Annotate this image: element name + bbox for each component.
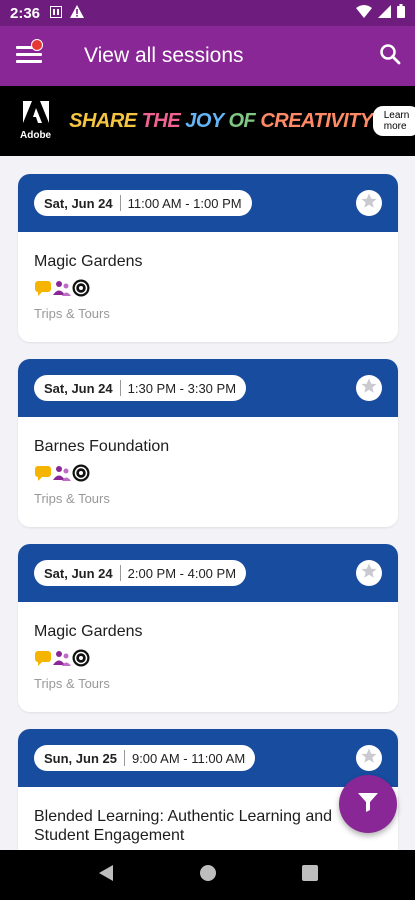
battery-icon [397, 4, 405, 22]
session-list[interactable]: Sat, Jun 24 11:00 AM - 1:00 PM Magic Gar… [0, 156, 415, 850]
session-date: Sat, Jun 24 [44, 380, 113, 396]
session-category: Trips & Tours [34, 491, 110, 506]
divider [119, 195, 121, 211]
ad-headline-part: JOY [185, 109, 224, 132]
ad-headline-part: THE [136, 109, 186, 132]
ad-brand: Adobe [20, 130, 52, 141]
ad-headline: SHARE THE JOY OF CREATIVITY [69, 110, 373, 133]
star-icon [360, 562, 378, 585]
session-card[interactable]: Sat, Jun 24 1:30 PM - 3:30 PM Barnes Fou… [18, 359, 398, 527]
session-tags [34, 464, 382, 482]
people-icon [53, 464, 71, 482]
chat-icon [34, 464, 52, 482]
session-title: Magic Gardens [34, 623, 143, 640]
favorite-button[interactable] [356, 745, 382, 771]
signal-icon [378, 4, 391, 22]
ad-headline-part: SHARE [69, 109, 137, 132]
divider [119, 380, 121, 396]
session-card[interactable]: Sat, Jun 24 2:00 PM - 4:00 PM Magic Gard… [18, 544, 398, 712]
session-card[interactable]: Sun, Jun 25 9:00 AM - 11:00 AM Blended L… [18, 729, 398, 850]
session-datetime: Sun, Jun 25 9:00 AM - 11:00 AM [34, 745, 256, 771]
session-date: Sat, Jun 24 [44, 195, 113, 211]
session-card-header: Sat, Jun 24 2:00 PM - 4:00 PM [18, 544, 398, 602]
session-datetime: Sat, Jun 24 1:30 PM - 3:30 PM [34, 375, 247, 401]
star-icon [360, 747, 378, 770]
session-time: 9:00 AM - 11:00 AM [131, 750, 246, 766]
home-icon[interactable] [199, 864, 217, 887]
favorite-button[interactable] [356, 190, 382, 216]
ad-headline-part: OF [223, 109, 261, 132]
adobe-logo-icon [22, 101, 49, 128]
session-date: Sat, Jun 24 [44, 565, 113, 581]
session-card[interactable]: Sat, Jun 24 11:00 AM - 1:00 PM Magic Gar… [18, 174, 398, 342]
app-bar: View all sessions [0, 26, 415, 86]
target-icon [72, 464, 90, 482]
session-category: Trips & Tours [34, 306, 110, 321]
back-icon[interactable] [98, 864, 114, 887]
notification-badge [31, 39, 43, 51]
star-icon [360, 192, 378, 215]
recents-icon[interactable] [301, 864, 318, 886]
session-category: Trips & Tours [34, 676, 110, 691]
session-title: Barnes Foundation [34, 438, 170, 455]
warning-icon [70, 4, 85, 22]
star-icon [360, 377, 378, 400]
session-title: Magic Gardens [34, 253, 143, 270]
divider [123, 750, 125, 766]
ad-banner[interactable]: Adobe SHARE THE JOY OF CREATIVITY Learn … [0, 86, 415, 156]
chat-icon [34, 279, 52, 297]
favorite-button[interactable] [356, 375, 382, 401]
search-button[interactable] [365, 26, 415, 86]
ad-headline-part: CREATIVITY [260, 109, 373, 132]
divider [119, 565, 121, 581]
session-datetime: Sat, Jun 24 11:00 AM - 1:00 PM [34, 190, 252, 216]
target-icon [72, 649, 90, 667]
session-tags [34, 279, 382, 297]
page-title: View all sessions [84, 44, 244, 67]
filter-icon [357, 791, 379, 818]
ad-learn-more-button[interactable]: Learn more [372, 106, 415, 136]
search-icon [379, 43, 401, 70]
adobe-logo: Adobe [20, 101, 51, 141]
filter-button[interactable] [339, 775, 397, 833]
system-nav-bar [0, 850, 415, 900]
session-time: 2:00 PM - 4:00 PM [127, 565, 237, 581]
session-time: 11:00 AM - 1:00 PM [127, 195, 242, 211]
session-tags [34, 649, 382, 667]
people-icon [53, 279, 71, 297]
menu-button[interactable] [0, 26, 58, 86]
session-time: 1:30 PM - 3:30 PM [127, 380, 237, 396]
session-card-header: Sun, Jun 25 9:00 AM - 11:00 AM [18, 729, 398, 787]
wifi-icon [356, 4, 372, 22]
status-bar: 2:36 [0, 0, 415, 26]
favorite-button[interactable] [356, 560, 382, 586]
people-icon [53, 649, 71, 667]
session-card-header: Sat, Jun 24 1:30 PM - 3:30 PM [18, 359, 398, 417]
status-time: 2:36 [10, 4, 41, 22]
target-icon [72, 279, 90, 297]
session-title: Blended Learning: Authentic Learning and… [34, 808, 333, 844]
notification-icon [50, 5, 63, 22]
session-card-header: Sat, Jun 24 11:00 AM - 1:00 PM [18, 174, 398, 232]
chat-icon [34, 649, 52, 667]
session-datetime: Sat, Jun 24 2:00 PM - 4:00 PM [34, 560, 247, 586]
session-date: Sun, Jun 25 [44, 750, 117, 766]
